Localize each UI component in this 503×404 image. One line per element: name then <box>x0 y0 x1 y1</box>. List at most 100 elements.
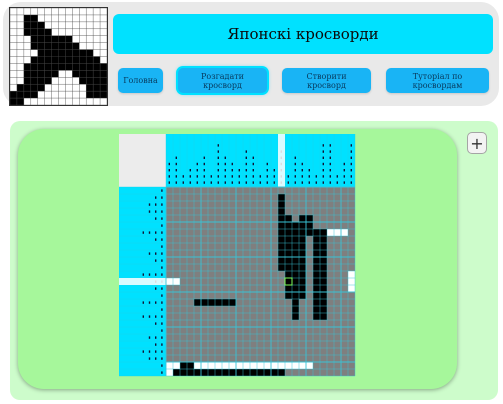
crossed-cell[interactable] <box>208 362 215 369</box>
filled-cell[interactable] <box>229 299 236 306</box>
filled-cell[interactable] <box>229 369 236 376</box>
filled-cell[interactable] <box>292 222 299 229</box>
filled-cell[interactable] <box>278 201 285 208</box>
filled-cell[interactable] <box>180 362 187 369</box>
crossed-cell[interactable] <box>292 362 299 369</box>
filled-cell[interactable] <box>299 264 306 271</box>
crossed-cell[interactable] <box>201 362 208 369</box>
crossed-cell[interactable] <box>166 369 173 376</box>
filled-cell[interactable] <box>292 257 299 264</box>
nav-solve-button[interactable]: Розгадати кросворд <box>178 68 267 93</box>
filled-cell[interactable] <box>271 369 278 376</box>
filled-cell[interactable] <box>313 264 320 271</box>
filled-cell[interactable] <box>313 278 320 285</box>
filled-cell[interactable] <box>299 229 306 236</box>
filled-cell[interactable] <box>299 285 306 292</box>
crossed-cell[interactable] <box>243 362 250 369</box>
filled-cell[interactable] <box>187 362 194 369</box>
filled-cell[interactable] <box>285 236 292 243</box>
crossed-cell[interactable] <box>278 362 285 369</box>
filled-cell[interactable] <box>285 229 292 236</box>
filled-cell[interactable] <box>278 236 285 243</box>
filled-cell[interactable] <box>313 285 320 292</box>
filled-cell[interactable] <box>215 299 222 306</box>
crossed-cell[interactable] <box>327 229 334 236</box>
nav-create-button[interactable]: Створити кросворд <box>282 68 371 93</box>
add-button[interactable]: + <box>467 132 487 154</box>
filled-cell[interactable] <box>292 313 299 320</box>
filled-cell[interactable] <box>278 264 285 271</box>
filled-cell[interactable] <box>222 299 229 306</box>
filled-cell[interactable] <box>299 250 306 257</box>
filled-cell[interactable] <box>320 257 327 264</box>
filled-cell[interactable] <box>215 369 222 376</box>
filled-cell[interactable] <box>292 264 299 271</box>
filled-cell[interactable] <box>222 369 229 376</box>
crossed-cell[interactable] <box>173 278 180 285</box>
filled-cell[interactable] <box>313 229 320 236</box>
filled-cell[interactable] <box>278 194 285 201</box>
filled-cell[interactable] <box>320 278 327 285</box>
filled-cell[interactable] <box>320 271 327 278</box>
crossed-cell[interactable] <box>194 362 201 369</box>
filled-cell[interactable] <box>264 369 271 376</box>
filled-cell[interactable] <box>299 243 306 250</box>
cat-nonogram-logo-icon[interactable] <box>9 7 108 106</box>
crossed-cell[interactable] <box>341 229 348 236</box>
filled-cell[interactable] <box>313 271 320 278</box>
filled-cell[interactable] <box>313 299 320 306</box>
filled-cell[interactable] <box>299 222 306 229</box>
filled-cell[interactable] <box>250 369 257 376</box>
filled-cell[interactable] <box>278 222 285 229</box>
filled-cell[interactable] <box>292 306 299 313</box>
crossed-cell[interactable] <box>166 278 173 285</box>
filled-cell[interactable] <box>313 257 320 264</box>
filled-cell[interactable] <box>236 369 243 376</box>
crossed-cell[interactable] <box>348 271 355 278</box>
crossed-cell[interactable] <box>250 362 257 369</box>
crossed-cell[interactable] <box>236 362 243 369</box>
filled-cell[interactable] <box>320 243 327 250</box>
filled-cell[interactable] <box>278 215 285 222</box>
filled-cell[interactable] <box>306 222 313 229</box>
filled-cell[interactable] <box>285 215 292 222</box>
filled-cell[interactable] <box>299 236 306 243</box>
filled-cell[interactable] <box>320 313 327 320</box>
filled-cell[interactable] <box>320 299 327 306</box>
filled-cell[interactable] <box>299 257 306 264</box>
filled-cell[interactable] <box>278 208 285 215</box>
filled-cell[interactable] <box>313 306 320 313</box>
filled-cell[interactable] <box>320 285 327 292</box>
nonogram-board[interactable] <box>119 134 357 386</box>
filled-cell[interactable] <box>243 369 250 376</box>
filled-cell[interactable] <box>292 229 299 236</box>
crossed-cell[interactable] <box>306 362 313 369</box>
crossed-cell[interactable] <box>334 229 341 236</box>
filled-cell[interactable] <box>285 257 292 264</box>
crossed-cell[interactable] <box>229 362 236 369</box>
filled-cell[interactable] <box>299 215 306 222</box>
filled-cell[interactable] <box>285 222 292 229</box>
filled-cell[interactable] <box>306 215 313 222</box>
filled-cell[interactable] <box>292 271 299 278</box>
filled-cell[interactable] <box>320 264 327 271</box>
filled-cell[interactable] <box>299 292 306 299</box>
filled-cell[interactable] <box>278 243 285 250</box>
filled-cell[interactable] <box>285 271 292 278</box>
filled-cell[interactable] <box>278 257 285 264</box>
filled-cell[interactable] <box>285 243 292 250</box>
crossed-cell[interactable] <box>299 362 306 369</box>
filled-cell[interactable] <box>313 250 320 257</box>
filled-cell[interactable] <box>292 243 299 250</box>
filled-cell[interactable] <box>292 250 299 257</box>
filled-cell[interactable] <box>285 264 292 271</box>
filled-cell[interactable] <box>313 243 320 250</box>
crossed-cell[interactable] <box>348 278 355 285</box>
filled-cell[interactable] <box>292 278 299 285</box>
filled-cell[interactable] <box>285 285 292 292</box>
filled-cell[interactable] <box>313 313 320 320</box>
filled-cell[interactable] <box>285 250 292 257</box>
crossed-cell[interactable] <box>348 285 355 292</box>
filled-cell[interactable] <box>320 250 327 257</box>
filled-cell[interactable] <box>201 299 208 306</box>
